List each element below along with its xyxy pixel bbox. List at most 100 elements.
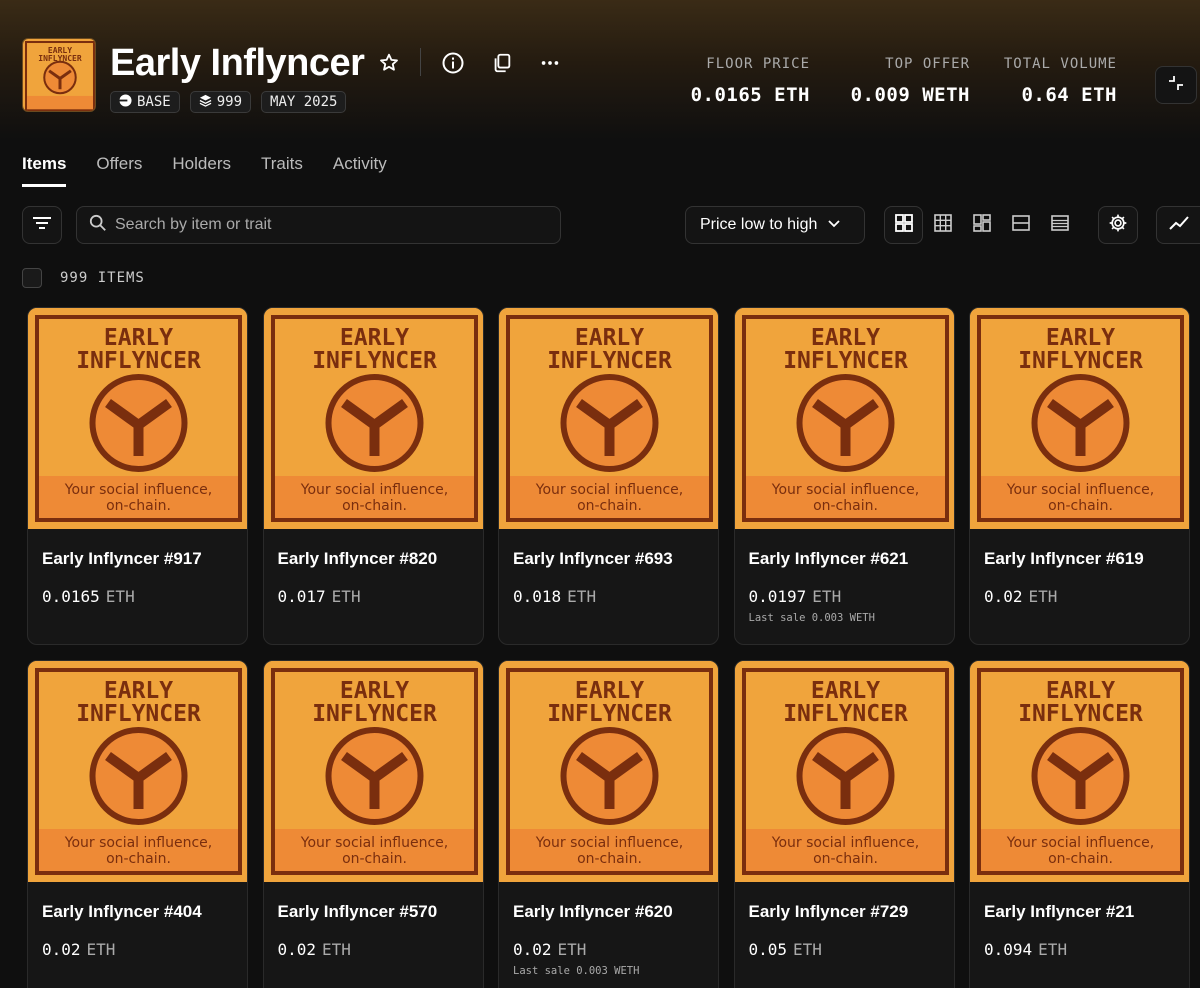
items-count: 999 ITEMS bbox=[60, 270, 145, 286]
stat-label: TOTAL VOLUME bbox=[1003, 56, 1117, 72]
item-card[interactable]: EARLY INFLYNCER Your social influence, o… bbox=[262, 660, 484, 988]
collection-badges: BASE 999 MAY 2025 bbox=[110, 91, 347, 113]
item-price: 0.02 ETH bbox=[278, 940, 469, 959]
masonry-icon bbox=[972, 213, 992, 238]
item-name: Early Inflyncer #570 bbox=[277, 902, 438, 921]
item-name: Early Inflyncer #917 bbox=[42, 549, 202, 568]
list-icon bbox=[1011, 213, 1031, 238]
art-title-line2: INFLYNCER bbox=[783, 348, 908, 374]
large-grid-icon bbox=[894, 213, 914, 238]
tab-offers[interactable]: Offers bbox=[96, 154, 142, 187]
price-amount: 0.0165 bbox=[42, 587, 100, 606]
more-options-icon[interactable] bbox=[537, 50, 563, 76]
view-table-button[interactable] bbox=[1040, 206, 1079, 244]
art-tagline-line2: on-chain. bbox=[577, 851, 642, 867]
stat-total-volume: TOTAL VOLUME 0.64 ETH bbox=[987, 56, 1117, 106]
item-image[interactable]: EARLY INFLYNCER Your social influence, o… bbox=[263, 308, 483, 529]
item-image[interactable]: EARLY INFLYNCER Your social influence, o… bbox=[28, 308, 247, 529]
item-card[interactable]: EARLY INFLYNCER Your social influence, o… bbox=[969, 307, 1190, 645]
item-image[interactable]: EARLY INFLYNCER Your social influence, o… bbox=[263, 661, 483, 882]
item-image[interactable]: EARLY INFLYNCER Your social influence, o… bbox=[970, 308, 1189, 529]
collapse-icon bbox=[1168, 75, 1184, 96]
chevron-down-icon bbox=[827, 216, 841, 235]
art-title-line2: INFLYNCER bbox=[76, 348, 201, 374]
view-list-button[interactable] bbox=[1001, 206, 1040, 244]
stat-value: 0.64 ETH bbox=[1021, 84, 1117, 106]
item-price: 0.02 ETH bbox=[984, 587, 1175, 606]
copy-icon[interactable] bbox=[489, 50, 515, 76]
sort-label: Price low to high bbox=[700, 216, 818, 233]
stat-label: FLOOR PRICE bbox=[706, 56, 810, 72]
art-tagline-line1: Your social influence, bbox=[64, 835, 212, 851]
art-tagline-line1: Your social influence, bbox=[64, 482, 212, 498]
item-image[interactable]: EARLY INFLYNCER Your social influence, o… bbox=[734, 308, 954, 529]
item-card[interactable]: EARLY INFLYNCER Your social influence, o… bbox=[733, 660, 955, 988]
filter-button[interactable] bbox=[22, 206, 62, 244]
item-price: 0.0197 ETH bbox=[749, 587, 940, 606]
item-image[interactable]: EARLY INFLYNCER Your social influence, o… bbox=[28, 661, 247, 882]
price-amount: 0.02 bbox=[42, 940, 81, 959]
tab-items[interactable]: Items bbox=[22, 154, 67, 187]
search-icon bbox=[89, 214, 107, 237]
supply-label: 999 bbox=[216, 94, 243, 110]
item-card[interactable]: EARLY INFLYNCER Your social influence, o… bbox=[262, 307, 484, 645]
star-icon[interactable] bbox=[376, 50, 402, 76]
item-price: 0.018 ETH bbox=[513, 587, 704, 606]
art-tagline-line2: on-chain. bbox=[106, 851, 171, 867]
settings-button[interactable] bbox=[1098, 206, 1138, 244]
logo-line1: EARLY bbox=[48, 46, 72, 55]
price-unit: ETH bbox=[322, 940, 351, 959]
view-large-grid-button[interactable] bbox=[884, 206, 923, 244]
price-amount: 0.094 bbox=[984, 940, 1033, 959]
price-unit: ETH bbox=[86, 940, 116, 959]
tab-holders[interactable]: Holders bbox=[172, 154, 231, 187]
select-all-checkbox[interactable] bbox=[22, 268, 42, 288]
item-card[interactable]: EARLY INFLYNCER Your social influence, o… bbox=[969, 660, 1190, 988]
sort-dropdown[interactable]: Price low to high bbox=[685, 206, 865, 244]
search-input[interactable] bbox=[115, 216, 535, 234]
item-name: Early Inflyncer #621 bbox=[748, 549, 909, 568]
item-image[interactable]: EARLY INFLYNCER Your social influence, o… bbox=[734, 661, 954, 882]
price-amount: 0.017 bbox=[277, 587, 326, 606]
art-tagline-line1: Your social influence, bbox=[299, 482, 447, 498]
item-price: 0.05 ETH bbox=[749, 940, 940, 959]
price-unit: ETH bbox=[793, 940, 822, 959]
tab-traits[interactable]: Traits bbox=[261, 154, 303, 187]
items-count-row: 999 ITEMS bbox=[22, 268, 145, 288]
item-image[interactable]: EARLY INFLYNCER Your social influence, o… bbox=[499, 661, 718, 882]
date-label: MAY 2025 bbox=[270, 94, 338, 110]
art-tagline-line2: on-chain. bbox=[342, 851, 407, 867]
item-price: 0.02 ETH bbox=[513, 940, 704, 959]
item-image[interactable]: EARLY INFLYNCER Your social influence, o… bbox=[499, 308, 718, 529]
stat-value: 0.009 WETH bbox=[850, 84, 970, 106]
item-card[interactable]: EARLY INFLYNCER Your social influence, o… bbox=[27, 660, 248, 988]
art-tagline-line1: Your social influence, bbox=[770, 482, 918, 498]
art-tagline-line2: on-chain. bbox=[813, 851, 878, 867]
view-masonry-button[interactable] bbox=[962, 206, 1001, 244]
collection-logo[interactable]: EARLY INFLYNCER bbox=[22, 38, 96, 112]
chart-button[interactable] bbox=[1156, 206, 1200, 244]
art-tagline-line2: on-chain. bbox=[1048, 498, 1113, 514]
price-unit: ETH bbox=[1038, 940, 1068, 959]
info-icon[interactable] bbox=[440, 50, 466, 76]
item-card[interactable]: EARLY INFLYNCER Your social influence, o… bbox=[733, 307, 955, 645]
small-grid-icon bbox=[933, 213, 953, 238]
trend-chart-icon bbox=[1168, 215, 1189, 236]
price-amount: 0.02 bbox=[984, 587, 1023, 606]
item-price: 0.017 ETH bbox=[278, 587, 469, 606]
art-title-line2: INFLYNCER bbox=[547, 701, 672, 727]
collection-title: Early Inflyncer bbox=[110, 42, 365, 84]
item-card[interactable]: EARLY INFLYNCER Your social influence, o… bbox=[498, 307, 719, 645]
tab-activity[interactable]: Activity bbox=[333, 154, 387, 187]
item-card[interactable]: EARLY INFLYNCER Your social influence, o… bbox=[27, 307, 248, 645]
collection-tabs: Items Offers Holders Traits Activity bbox=[22, 154, 417, 187]
view-small-grid-button[interactable] bbox=[923, 206, 962, 244]
item-image[interactable]: EARLY INFLYNCER Your social influence, o… bbox=[970, 661, 1189, 882]
item-card[interactable]: EARLY INFLYNCER Your social influence, o… bbox=[498, 660, 719, 988]
search-box[interactable] bbox=[76, 206, 561, 244]
art-tagline-line1: Your social influence, bbox=[770, 835, 918, 851]
collection-header: EARLY INFLYNCER Early Inflyncer BASE 999… bbox=[22, 38, 1200, 118]
collapse-header-button[interactable] bbox=[1155, 66, 1197, 104]
price-amount: 0.02 bbox=[513, 940, 552, 959]
price-unit: ETH bbox=[812, 587, 842, 606]
